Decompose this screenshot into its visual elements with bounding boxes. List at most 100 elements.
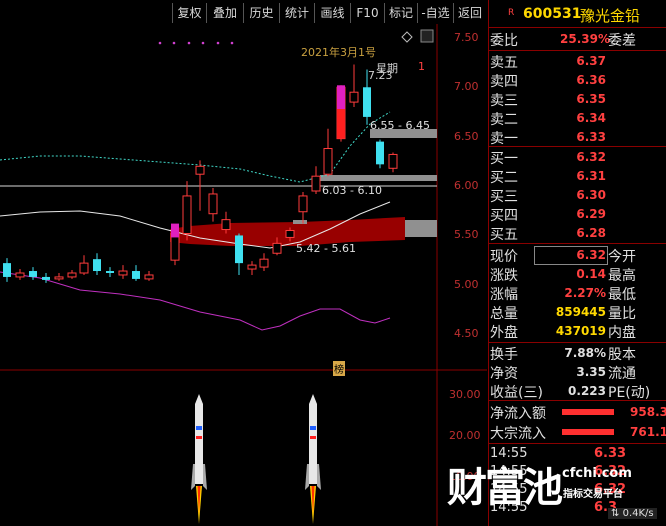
candle-body	[363, 87, 371, 117]
signal-candle-top	[337, 85, 345, 110]
candle-body	[15, 272, 25, 278]
rank-badge: 榜	[333, 361, 345, 376]
stat-value: 437019	[555, 324, 606, 338]
ask-level-row[interactable]: 卖一 6.33	[490, 128, 666, 147]
stat-row[interactable]: 总量 859445 量比	[490, 303, 666, 322]
stat-label: 外盘	[490, 325, 518, 341]
toolbar-button-8[interactable]: 返回	[453, 3, 486, 23]
bid-level-row[interactable]: 买三 6.30	[490, 186, 666, 205]
bid-level-row[interactable]: 买五 6.28	[490, 224, 666, 243]
bid-level-value: 6.31	[576, 169, 606, 183]
ask-level-label: 卖五	[490, 55, 518, 71]
fund-label2: 流通	[608, 366, 636, 382]
indicator-tick: 20.00	[449, 429, 481, 442]
candle-body	[3, 263, 11, 277]
candle-body	[311, 175, 321, 192]
bid-level-label: 买五	[490, 227, 518, 243]
net-speed-value: 0.4K/s	[622, 508, 654, 519]
candle-body	[235, 235, 243, 264]
toolbar-button-4[interactable]: 画线	[314, 3, 350, 23]
net-speed: ⇅ 0.4K/s	[608, 508, 657, 519]
weibi-label: 委比	[490, 33, 518, 49]
stat-value: 0.14	[576, 267, 606, 281]
candle-body	[170, 232, 180, 261]
ask-level-value: 6.36	[576, 73, 606, 87]
ask-level-row[interactable]: 卖三 6.35	[490, 90, 666, 109]
candle-body	[144, 274, 154, 280]
candlestick-chart[interactable]	[0, 24, 487, 526]
candle-body	[247, 264, 257, 270]
ask-level-row[interactable]: 卖五 6.37	[490, 52, 666, 71]
price-tick: 6.50	[454, 129, 479, 143]
watermark-domain: cfchi.com	[562, 466, 632, 481]
ask-level-label: 卖二	[490, 112, 518, 128]
ask-level-row[interactable]: 卖二 6.34	[490, 109, 666, 128]
bid-level-label: 买三	[490, 189, 518, 205]
current-price-box	[534, 246, 608, 265]
bid-level-row[interactable]: 买一 6.32	[490, 148, 666, 167]
stat-row[interactable]: 外盘 437019 内盘	[490, 322, 666, 341]
ask-level-row[interactable]: 卖四 6.36	[490, 71, 666, 90]
toolbar-button-6[interactable]: 标记	[384, 3, 417, 23]
date-label: 2021年3月1号	[301, 46, 376, 59]
flow-value: 761.1	[630, 425, 666, 439]
range-label-lower: 5.42 - 5.61	[296, 242, 356, 255]
stat-label: 总量	[490, 306, 518, 322]
fund-row[interactable]: 换手 7.88% 股本	[490, 344, 666, 363]
flow-row[interactable]: 大宗流入 761.1	[490, 423, 666, 442]
weekday-number: 1	[418, 60, 425, 73]
fund-label2: PE(动)	[608, 385, 651, 401]
candle-body	[272, 242, 282, 254]
stat-label: 现价	[490, 249, 518, 265]
price-tick: 4.50	[454, 327, 479, 341]
stat-row[interactable]: 现价 6.32 今开	[490, 246, 666, 265]
bid-level-label: 买二	[490, 170, 518, 186]
ask-level-value: 6.33	[576, 130, 606, 144]
high-price-label: 7.23	[368, 69, 393, 82]
signal-candle-bottom	[337, 109, 345, 139]
range-label-upper: 6.55 - 6.45	[370, 119, 430, 132]
bid-level-value: 6.30	[576, 188, 606, 202]
candle-body	[67, 272, 77, 278]
candle-body	[29, 271, 37, 277]
stat-row[interactable]: 涨幅 2.27% 最低	[490, 284, 666, 303]
candle-body	[195, 165, 205, 175]
toolbar-button-2[interactable]: 历史	[243, 3, 279, 23]
rocket-icon	[305, 394, 321, 524]
flow-bar	[562, 409, 614, 415]
toolbar-button-7[interactable]: -自选	[417, 3, 453, 23]
fund-row[interactable]: 净资 3.35 流通	[490, 363, 666, 382]
fund-value: 3.35	[576, 365, 606, 379]
market-flag: R	[508, 8, 515, 18]
toolbar-button-5[interactable]: F10	[350, 3, 384, 23]
toolbar-button-3[interactable]: 统计	[279, 3, 314, 23]
candle-body	[42, 276, 50, 280]
candle-body	[259, 258, 269, 268]
price-tick: 7.50	[454, 30, 479, 44]
candle-body	[208, 193, 218, 215]
stat-label2: 最低	[608, 287, 636, 303]
bid-level-row[interactable]: 买二 6.31	[490, 167, 666, 186]
flow-row[interactable]: 净流入额 958.3	[490, 403, 666, 422]
candle-body	[388, 153, 398, 169]
toolbar-button-0[interactable]: 复权	[172, 3, 206, 23]
price-tick: 7.00	[454, 80, 479, 94]
stat-value: 2.27%	[564, 286, 606, 300]
candle-body	[182, 195, 192, 234]
stat-row[interactable]: 涨跌 0.14 最高	[490, 265, 666, 284]
bid-level-value: 6.29	[576, 207, 606, 221]
price-tick: 5.50	[454, 228, 479, 242]
fund-row[interactable]: 收益(三) 0.223 PE(动)	[490, 382, 666, 401]
candle-body	[118, 270, 128, 276]
network-icon: ⇅	[611, 508, 620, 519]
toolbar-button-1[interactable]: 叠加	[206, 3, 243, 23]
price-tick: 5.00	[454, 277, 479, 291]
bid-level-row[interactable]: 买四 6.29	[490, 205, 666, 224]
weicha-label: 委差	[608, 33, 636, 49]
fund-label: 收益(三)	[490, 385, 543, 401]
ask-level-label: 卖一	[490, 131, 518, 147]
watermark-slogan: 指标交易平台	[563, 489, 623, 500]
flow-value: 958.3	[630, 405, 666, 419]
fund-value: 7.88%	[564, 346, 606, 360]
toolbar: 复权 叠加 历史 统计 画线 F10 标记 -自选 返回	[0, 0, 487, 24]
